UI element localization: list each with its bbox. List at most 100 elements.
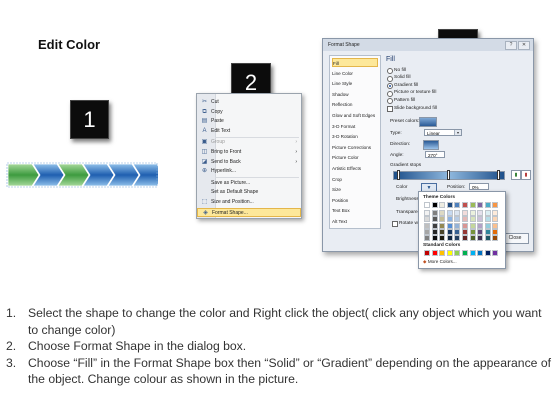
remove-stop-icon[interactable]: ▮ <box>521 170 531 180</box>
color-swatch[interactable] <box>484 222 491 229</box>
fill-option-radio[interactable] <box>387 68 393 74</box>
color-swatch[interactable] <box>439 222 446 229</box>
color-swatch[interactable] <box>484 202 491 208</box>
color-swatch[interactable] <box>469 216 476 223</box>
color-swatch[interactable] <box>454 222 461 229</box>
context-menu-item[interactable]: ⬚ Size and Position... <box>197 198 301 207</box>
color-swatch[interactable] <box>431 235 438 242</box>
color-swatch[interactable] <box>446 228 453 235</box>
color-swatch[interactable] <box>477 202 484 208</box>
context-menu-item[interactable]: ◪ Send to Back › <box>197 158 301 167</box>
color-swatch[interactable] <box>477 235 484 242</box>
color-swatch[interactable] <box>492 235 499 242</box>
category-item[interactable]: Line Style <box>332 79 378 88</box>
type-select[interactable]: Linear ▾ <box>424 129 462 136</box>
category-item[interactable]: Shadow <box>332 90 378 99</box>
color-swatch[interactable] <box>462 235 468 242</box>
color-swatch[interactable] <box>484 235 491 242</box>
add-stop-icon[interactable]: ▮ <box>511 170 521 180</box>
chevron-arrow-segment[interactable] <box>7 163 40 187</box>
color-swatch[interactable] <box>439 216 446 223</box>
color-swatch[interactable] <box>462 216 468 223</box>
color-swatch[interactable] <box>492 228 499 235</box>
context-menu-item[interactable]: ✂ Cut <box>197 98 301 107</box>
context-menu-item[interactable]: Save as Picture... <box>197 179 301 188</box>
color-swatch[interactable] <box>469 250 476 256</box>
color-swatch[interactable] <box>492 222 499 229</box>
color-swatch[interactable] <box>431 228 438 235</box>
context-menu-item[interactable]: ◈ Format Shape... <box>197 207 301 217</box>
fill-option-radio[interactable] <box>387 98 393 105</box>
color-swatch[interactable] <box>469 228 476 235</box>
gradient-stop-handle[interactable] <box>397 170 400 180</box>
gradient-stop-handle[interactable] <box>497 170 500 180</box>
category-item[interactable]: Crop <box>332 175 378 184</box>
color-swatch[interactable] <box>431 210 438 216</box>
color-swatch[interactable] <box>439 210 446 216</box>
color-swatch[interactable] <box>469 202 476 208</box>
preset-colors-button[interactable] <box>419 117 437 127</box>
context-menu-item[interactable]: ◫ Bring to Front › <box>197 148 301 157</box>
category-item[interactable]: Position <box>332 196 378 205</box>
color-swatch[interactable] <box>431 250 438 256</box>
close-icon[interactable]: ✕ <box>518 41 530 50</box>
category-item[interactable]: Fill <box>332 58 378 67</box>
color-swatch[interactable] <box>454 210 461 216</box>
help-icon[interactable]: ? <box>505 41 517 50</box>
fill-option-radio[interactable] <box>387 75 393 82</box>
direction-button[interactable] <box>423 140 439 150</box>
color-swatch[interactable] <box>446 222 453 229</box>
color-swatch[interactable] <box>446 202 453 208</box>
color-swatch[interactable] <box>454 216 461 223</box>
color-swatch[interactable] <box>462 250 468 256</box>
color-swatch[interactable] <box>484 250 491 256</box>
category-item[interactable]: Text Box <box>332 206 378 215</box>
color-swatch[interactable] <box>439 228 446 235</box>
context-menu-item[interactable]: A Edit Text <box>197 127 301 136</box>
color-swatch[interactable] <box>439 250 446 256</box>
color-swatch[interactable] <box>446 216 453 223</box>
gradient-stops-bar[interactable] <box>393 170 505 180</box>
color-swatch[interactable] <box>492 250 499 256</box>
context-menu-item[interactable]: Set as Default Shape <box>197 188 301 197</box>
color-swatch[interactable] <box>454 235 461 242</box>
color-swatch[interactable] <box>439 202 446 208</box>
context-menu-item[interactable]: ▣ Group › <box>197 138 301 147</box>
color-swatch[interactable] <box>492 202 499 208</box>
fill-option-radio[interactable] <box>387 83 393 90</box>
category-item[interactable]: Picture Color <box>332 153 378 162</box>
color-swatch[interactable] <box>431 202 438 208</box>
fill-option-checkbox[interactable] <box>387 106 393 112</box>
context-menu-item[interactable]: ⧉ Copy <box>197 108 301 117</box>
color-swatch[interactable] <box>424 222 430 229</box>
color-swatch[interactable] <box>469 210 476 216</box>
gradient-stop-handle[interactable] <box>447 170 450 180</box>
category-item[interactable]: Line Color <box>332 69 378 78</box>
color-swatch[interactable] <box>424 250 430 256</box>
category-item[interactable]: Glow and Soft Edges <box>332 111 378 120</box>
color-swatch[interactable] <box>446 210 453 216</box>
color-swatch[interactable] <box>431 216 438 223</box>
color-swatch[interactable] <box>492 216 499 223</box>
color-swatch[interactable] <box>462 202 468 208</box>
category-item[interactable]: Alt Text <box>332 217 378 226</box>
color-swatch[interactable] <box>424 210 430 216</box>
color-swatch[interactable] <box>462 228 468 235</box>
context-menu-item[interactable]: ▤ Paste <box>197 117 301 126</box>
color-swatch[interactable] <box>439 235 446 242</box>
color-swatch[interactable] <box>484 216 491 223</box>
color-swatch[interactable] <box>477 222 484 229</box>
category-item[interactable]: 3-D Format <box>332 122 378 131</box>
color-swatch[interactable] <box>454 202 461 208</box>
color-swatch[interactable] <box>484 228 491 235</box>
color-swatch[interactable] <box>462 222 468 229</box>
color-swatch[interactable] <box>469 222 476 229</box>
color-swatch[interactable] <box>477 210 484 216</box>
color-swatch[interactable] <box>477 228 484 235</box>
color-swatch[interactable] <box>462 210 468 216</box>
category-item[interactable]: 3-D Rotation <box>332 132 378 141</box>
color-swatch[interactable] <box>484 210 491 216</box>
rotate-with-shape-checkbox[interactable] <box>392 221 398 227</box>
color-swatch[interactable] <box>454 250 461 256</box>
color-swatch[interactable] <box>454 228 461 235</box>
